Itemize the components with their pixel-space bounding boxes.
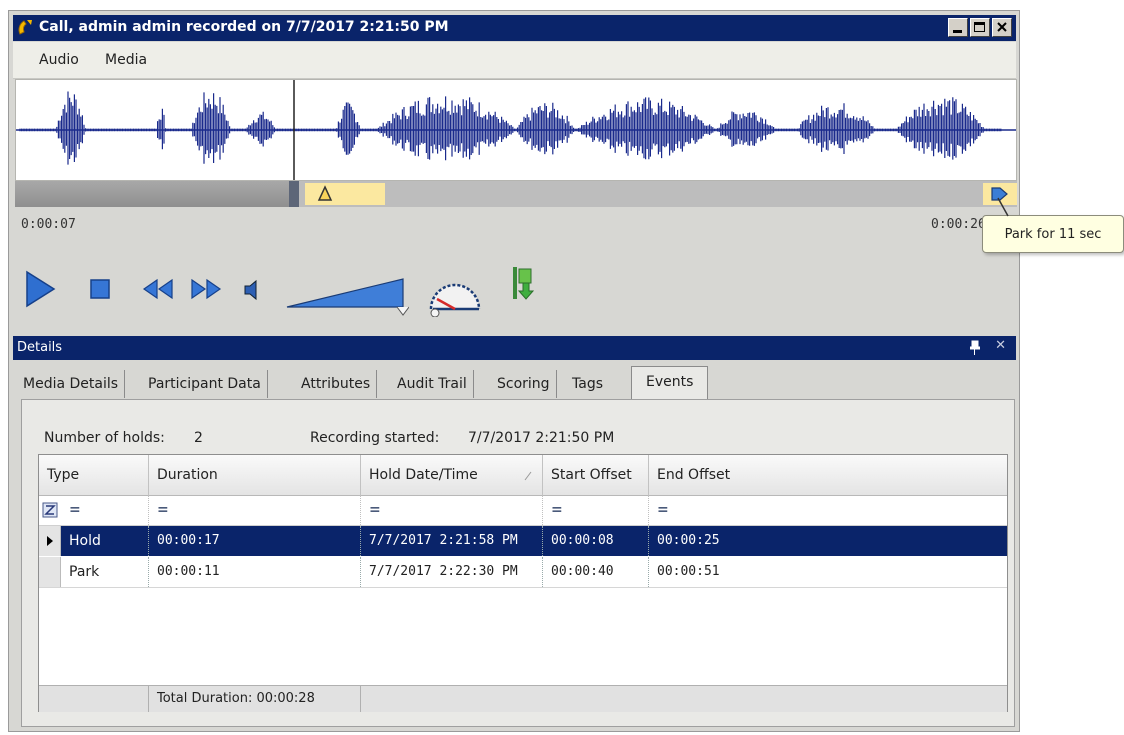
waveform[interactable] [15, 79, 1017, 181]
details-tabs: Media Details Participant Data Attribute… [17, 366, 1017, 399]
play-icon[interactable] [23, 269, 57, 309]
row-selector[interactable] [39, 557, 61, 587]
cell-type: Hold [61, 526, 149, 556]
holds-label: Number of holds: [44, 430, 165, 446]
row-pointer-icon [47, 536, 53, 546]
events-grid: Type Duration Hold Date/Time Start Offse… [38, 454, 1008, 712]
cell-end-offset: 00:00:25 [657, 533, 720, 548]
tab-audit-trail[interactable]: Audit Trail [397, 370, 474, 398]
filter-icon[interactable] [42, 502, 58, 518]
grid-header: Type Duration Hold Date/Time Start Offse… [39, 455, 1007, 496]
pin-icon[interactable] [970, 339, 980, 355]
maximize-button[interactable] [970, 18, 990, 37]
fast-forward-icon[interactable] [189, 277, 223, 301]
filter-hold-datetime[interactable]: = [361, 495, 543, 525]
tab-participant-data[interactable]: Participant Data [148, 370, 268, 398]
speaker-icon[interactable] [241, 277, 261, 303]
total-duration: Total Duration: 00:00:28 [149, 686, 361, 712]
details-title: Details [17, 340, 63, 355]
menu-audio[interactable]: Audio [39, 52, 79, 68]
tab-tags[interactable]: Tags [572, 370, 603, 398]
recording-window: Call, admin admin recorded on 7/7/2017 2… [8, 10, 1020, 732]
table-row[interactable]: Park 00:00:11 7/7/2017 2:22:30 PM 00:00:… [39, 557, 1007, 588]
filter-start-offset[interactable]: = [543, 495, 649, 525]
phone-icon [18, 20, 32, 35]
window-controls [948, 18, 1012, 37]
export-icon[interactable] [509, 265, 539, 303]
seek-thumb[interactable] [289, 181, 299, 207]
seek-played [15, 181, 289, 207]
close-panel-icon[interactable]: ✕ [995, 338, 1006, 353]
window-title: Call, admin admin recorded on 7/7/2017 2… [39, 19, 449, 35]
menu-bar: Audio Media [13, 42, 1016, 79]
row-selector[interactable] [39, 526, 61, 556]
cell-start-offset: 00:00:08 [543, 526, 649, 556]
marker-tooltip: Park for 11 sec [982, 215, 1124, 253]
recording-started-label: Recording started: [310, 430, 440, 446]
grid-footer: Total Duration: 00:00:28 [39, 685, 1007, 712]
title-bar[interactable]: Call, admin admin recorded on 7/7/2017 2… [13, 15, 1016, 41]
rewind-icon[interactable] [141, 277, 175, 301]
footer-spacer [39, 686, 149, 712]
cell-hold-datetime: 7/7/2017 2:22:30 PM [361, 557, 543, 587]
table-row[interactable]: Hold 00:00:17 7/7/2017 2:21:58 PM 00:00:… [39, 526, 1007, 556]
tab-media-details[interactable]: Media Details [23, 370, 126, 398]
tab-events[interactable]: Events [631, 366, 709, 399]
cell-hold-datetime: 7/7/2017 2:21:58 PM [361, 526, 543, 556]
cell-duration: 00:00:11 [149, 557, 361, 587]
speed-gauge-icon[interactable] [425, 273, 485, 317]
close-icon [997, 22, 1007, 32]
holds-value: 2 [194, 430, 203, 446]
filter-end-offset[interactable]: = [649, 495, 1007, 525]
column-header-end-offset[interactable]: End Offset [649, 455, 1007, 495]
seek-bar[interactable] [15, 181, 1017, 207]
waveform-trace [19, 91, 1002, 165]
column-header-start-offset[interactable]: Start Offset [543, 455, 649, 495]
column-header-duration[interactable]: Duration [149, 455, 361, 495]
cell-end-offset: 00:00:51 [657, 564, 720, 579]
cell-type: Park [61, 557, 149, 587]
close-button[interactable] [992, 18, 1012, 37]
volume-slider[interactable] [285, 269, 409, 319]
column-header-hold-datetime[interactable]: Hold Date/Time [361, 455, 543, 495]
total-time: 0:00:26 [931, 217, 986, 232]
tooltip-pointer [997, 197, 1009, 217]
cell-start-offset: 00:00:40 [543, 557, 649, 587]
current-time: 0:00:07 [21, 217, 76, 232]
recording-started-value: 7/7/2017 2:21:50 PM [468, 430, 615, 446]
sort-icon [524, 471, 532, 481]
filter-duration[interactable]: = [149, 495, 361, 525]
waveform-plot [16, 80, 1016, 180]
stop-icon[interactable] [89, 278, 111, 300]
minimize-button[interactable] [948, 18, 968, 37]
menu-media[interactable]: Media [105, 52, 147, 68]
events-panel: Number of holds: 2 Recording started: 7/… [21, 399, 1015, 727]
details-header: Details ✕ [13, 336, 1016, 360]
hold-marker-icon[interactable] [317, 185, 333, 203]
cell-duration: 00:00:17 [149, 526, 361, 556]
tab-scoring[interactable]: Scoring [497, 370, 557, 398]
playback-controls [23, 261, 583, 321]
filter-row: = = = = = [39, 495, 1007, 526]
filter-type[interactable]: = [61, 495, 149, 525]
tab-attributes[interactable]: Attributes [301, 370, 378, 398]
column-header-type[interactable]: Type [39, 455, 149, 495]
